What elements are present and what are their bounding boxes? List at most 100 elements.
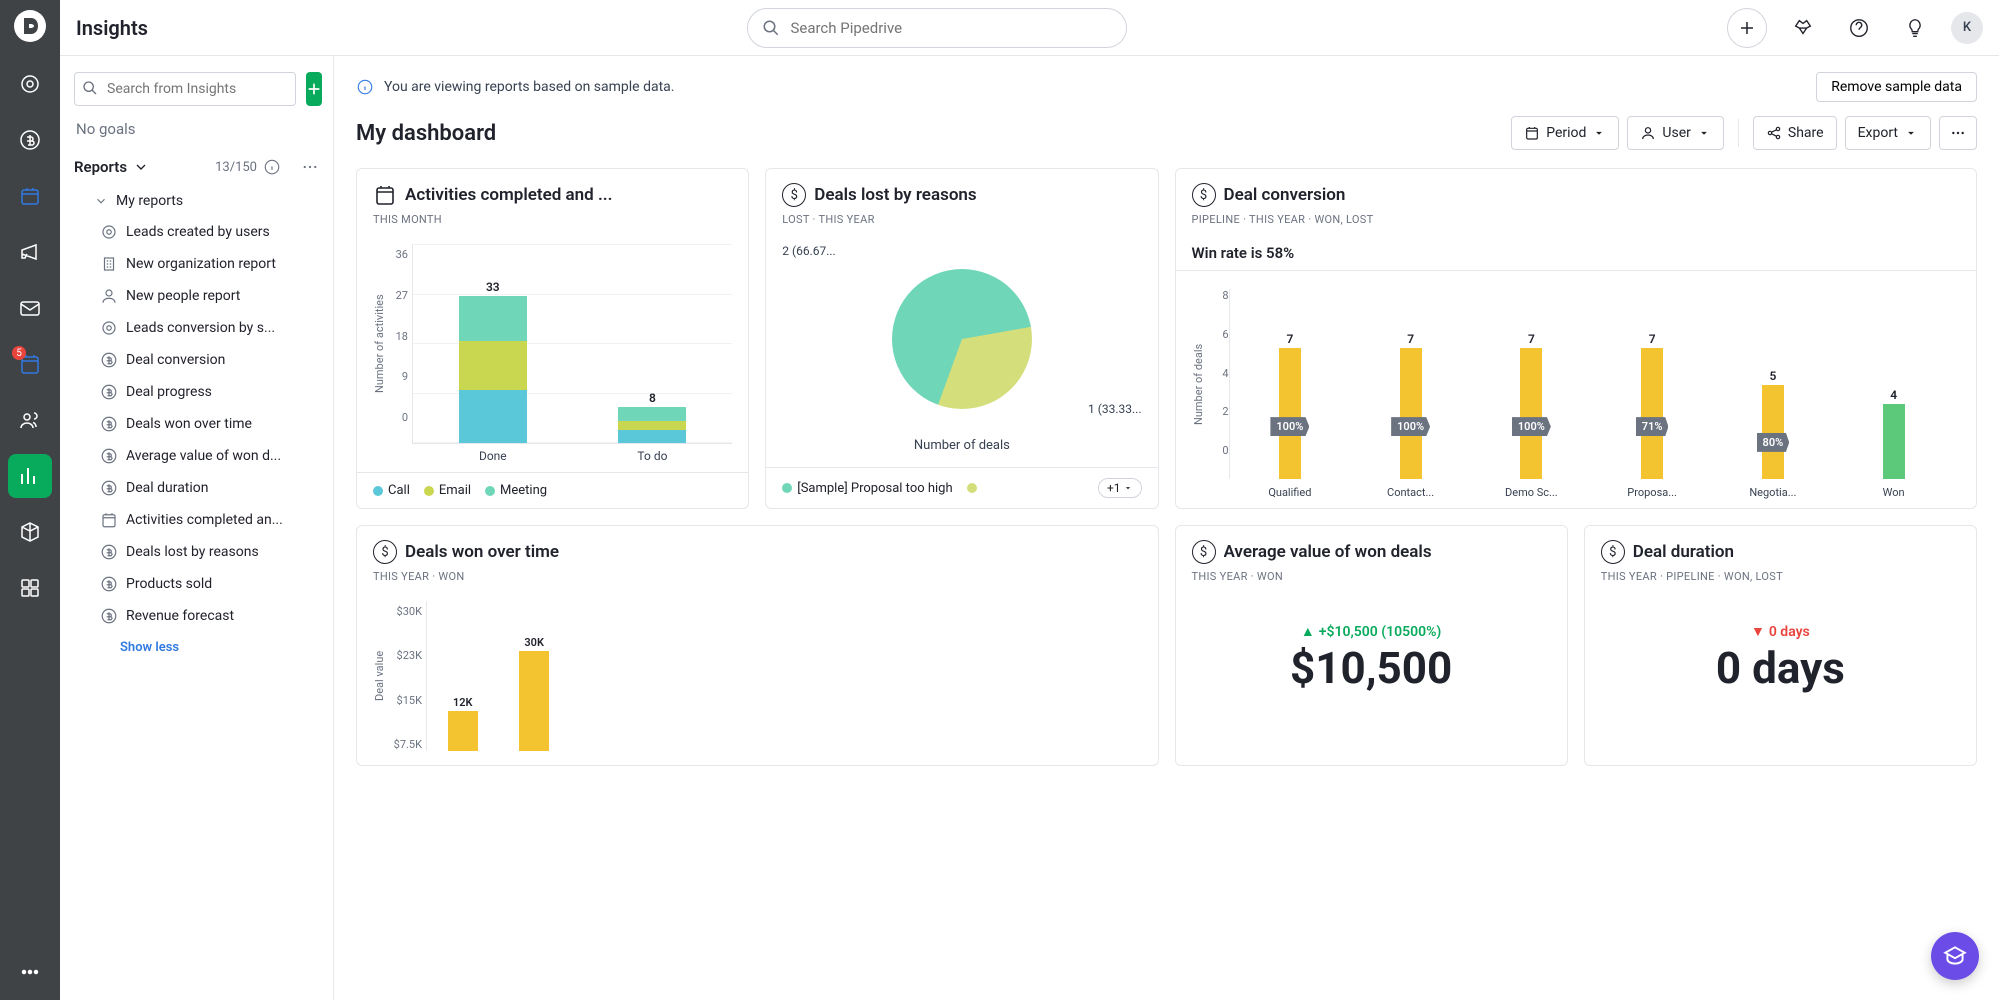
sidebar-report-item[interactable]: Leads conversion by s... <box>74 312 319 344</box>
pie-caption: Number of deals <box>782 438 1141 453</box>
report-label: New organization report <box>126 256 276 272</box>
page-title: Insights <box>76 16 148 40</box>
user-button[interactable]: User <box>1627 116 1723 150</box>
info-icon[interactable] <box>263 158 281 176</box>
insights-search-input[interactable] <box>74 72 296 106</box>
reports-header[interactable]: Reports 13/150 <box>74 158 319 176</box>
tree-my-reports[interactable]: My reports <box>74 186 319 216</box>
sidebar-report-item[interactable]: Deal progress <box>74 376 319 408</box>
nav-activities[interactable]: 5 <box>8 342 52 386</box>
report-label: New people report <box>126 288 240 304</box>
sidebar-report-item[interactable]: New people report <box>74 280 319 312</box>
chevron-down-icon <box>94 194 108 208</box>
info-icon <box>356 78 374 96</box>
global-search-input[interactable] <box>790 19 1112 37</box>
report-label: Average value of won d... <box>126 448 281 464</box>
report-icon <box>100 575 118 593</box>
info-bar: You are viewing reports based on sample … <box>356 72 1977 102</box>
card-subtitle: LOST · THIS YEAR <box>782 213 1141 226</box>
dollar-icon: $ <box>1192 540 1216 564</box>
more-button[interactable] <box>1939 116 1977 150</box>
report-icon <box>100 287 118 305</box>
avatar[interactable]: K <box>1951 12 1983 44</box>
conversion-chart: Number of deals864207100%Qualified7100%C… <box>1192 279 1961 479</box>
reports-count: 13/150 <box>215 160 257 175</box>
nav-marketplace[interactable] <box>8 566 52 610</box>
report-icon <box>100 479 118 497</box>
caret-down-icon <box>1592 126 1606 140</box>
nav-more[interactable] <box>8 950 52 994</box>
add-report-button[interactable] <box>306 72 322 106</box>
sidebar: No goals Reports 13/150 My reports Leads… <box>60 56 334 1000</box>
help-button[interactable] <box>1839 8 1879 48</box>
sidebar-report-item[interactable]: Average value of won d... <box>74 440 319 472</box>
fab-button[interactable] <box>1931 932 1979 980</box>
card-duration[interactable]: $ Deal duration THIS YEAR · PIPELINE · W… <box>1584 525 1977 766</box>
nav-mail[interactable] <box>8 286 52 330</box>
nav-insights[interactable] <box>8 454 52 498</box>
caret-down-icon <box>1123 483 1133 493</box>
sales-assistant-button[interactable] <box>1783 8 1823 48</box>
sidebar-report-item[interactable]: Activities completed an... <box>74 504 319 536</box>
card-lost[interactable]: $ Deals lost by reasons LOST · THIS YEAR… <box>765 168 1158 509</box>
more-icon <box>1950 125 1966 141</box>
lost-legend: [Sample] Proposal too high +1 <box>766 467 1157 508</box>
sidebar-report-item[interactable]: Deals lost by reasons <box>74 536 319 568</box>
legend-item: Call <box>373 483 410 498</box>
activities-legend: Call Email Meeting <box>357 472 748 508</box>
activities-chart: Number of activities3627189033Done8To do <box>373 244 732 444</box>
calendar-icon <box>1524 125 1540 141</box>
sidebar-report-item[interactable]: Deal duration <box>74 472 319 504</box>
period-button[interactable]: Period <box>1511 116 1619 150</box>
report-label: Leads conversion by s... <box>126 320 275 336</box>
topbar: Insights K <box>60 0 1999 56</box>
legend-item: Meeting <box>485 483 547 498</box>
show-less-link[interactable]: Show less <box>74 632 319 655</box>
report-icon <box>100 255 118 273</box>
more-badge[interactable]: +1 <box>1098 478 1142 498</box>
sidebar-report-item[interactable]: Leads created by users <box>74 216 319 248</box>
share-button[interactable]: Share <box>1753 116 1837 150</box>
nav-projects[interactable] <box>8 174 52 218</box>
remove-sample-button[interactable]: Remove sample data <box>1816 72 1977 102</box>
sidebar-report-item[interactable]: Products sold <box>74 568 319 600</box>
nav-products[interactable] <box>8 510 52 554</box>
nav-deals[interactable] <box>8 118 52 162</box>
dashboard-title: My dashboard <box>356 121 496 146</box>
export-button[interactable]: Export <box>1845 116 1931 150</box>
legend-item: Email <box>424 483 471 498</box>
chevron-down-icon <box>133 159 149 175</box>
sidebar-report-item[interactable]: New organization report <box>74 248 319 280</box>
sidebar-report-item[interactable]: Deals won over time <box>74 408 319 440</box>
tips-button[interactable] <box>1895 8 1935 48</box>
handshake-icon <box>1792 17 1814 39</box>
logo-icon <box>12 8 48 44</box>
nav-contacts[interactable] <box>8 398 52 442</box>
card-subtitle: THIS YEAR · WON <box>1192 570 1551 583</box>
report-label: Deals won over time <box>126 416 252 432</box>
info-text: You are viewing reports based on sample … <box>384 79 674 95</box>
card-title: Deal conversion <box>1224 185 1346 205</box>
card-activities[interactable]: Activities completed and ... THIS MONTH … <box>356 168 749 509</box>
report-label: Leads created by users <box>126 224 270 240</box>
sidebar-report-item[interactable]: Deal conversion <box>74 344 319 376</box>
dashboard: You are viewing reports based on sample … <box>334 56 1999 1000</box>
add-button[interactable] <box>1727 8 1767 48</box>
report-icon <box>100 383 118 401</box>
report-label: Products sold <box>126 576 212 592</box>
caret-down-icon <box>1697 126 1711 140</box>
search-icon <box>82 80 98 96</box>
nav-campaigns[interactable] <box>8 230 52 274</box>
card-won-over-time[interactable]: $ Deals won over time THIS YEAR · WON De… <box>356 525 1159 766</box>
card-avg-value[interactable]: $ Average value of won deals THIS YEAR ·… <box>1175 525 1568 766</box>
report-icon <box>100 351 118 369</box>
nav-leads[interactable] <box>8 62 52 106</box>
reports-label: Reports <box>74 158 127 176</box>
card-conversion[interactable]: $ Deal conversion PIPELINE · THIS YEAR ·… <box>1175 168 1978 509</box>
report-icon <box>100 543 118 561</box>
card-subtitle: THIS YEAR · WON <box>373 570 1142 583</box>
global-search[interactable] <box>747 8 1127 48</box>
sidebar-report-item[interactable]: Revenue forecast <box>74 600 319 632</box>
more-icon[interactable] <box>301 158 319 176</box>
delta-up: ▲ +$10,500 (10500%) <box>1301 623 1441 640</box>
